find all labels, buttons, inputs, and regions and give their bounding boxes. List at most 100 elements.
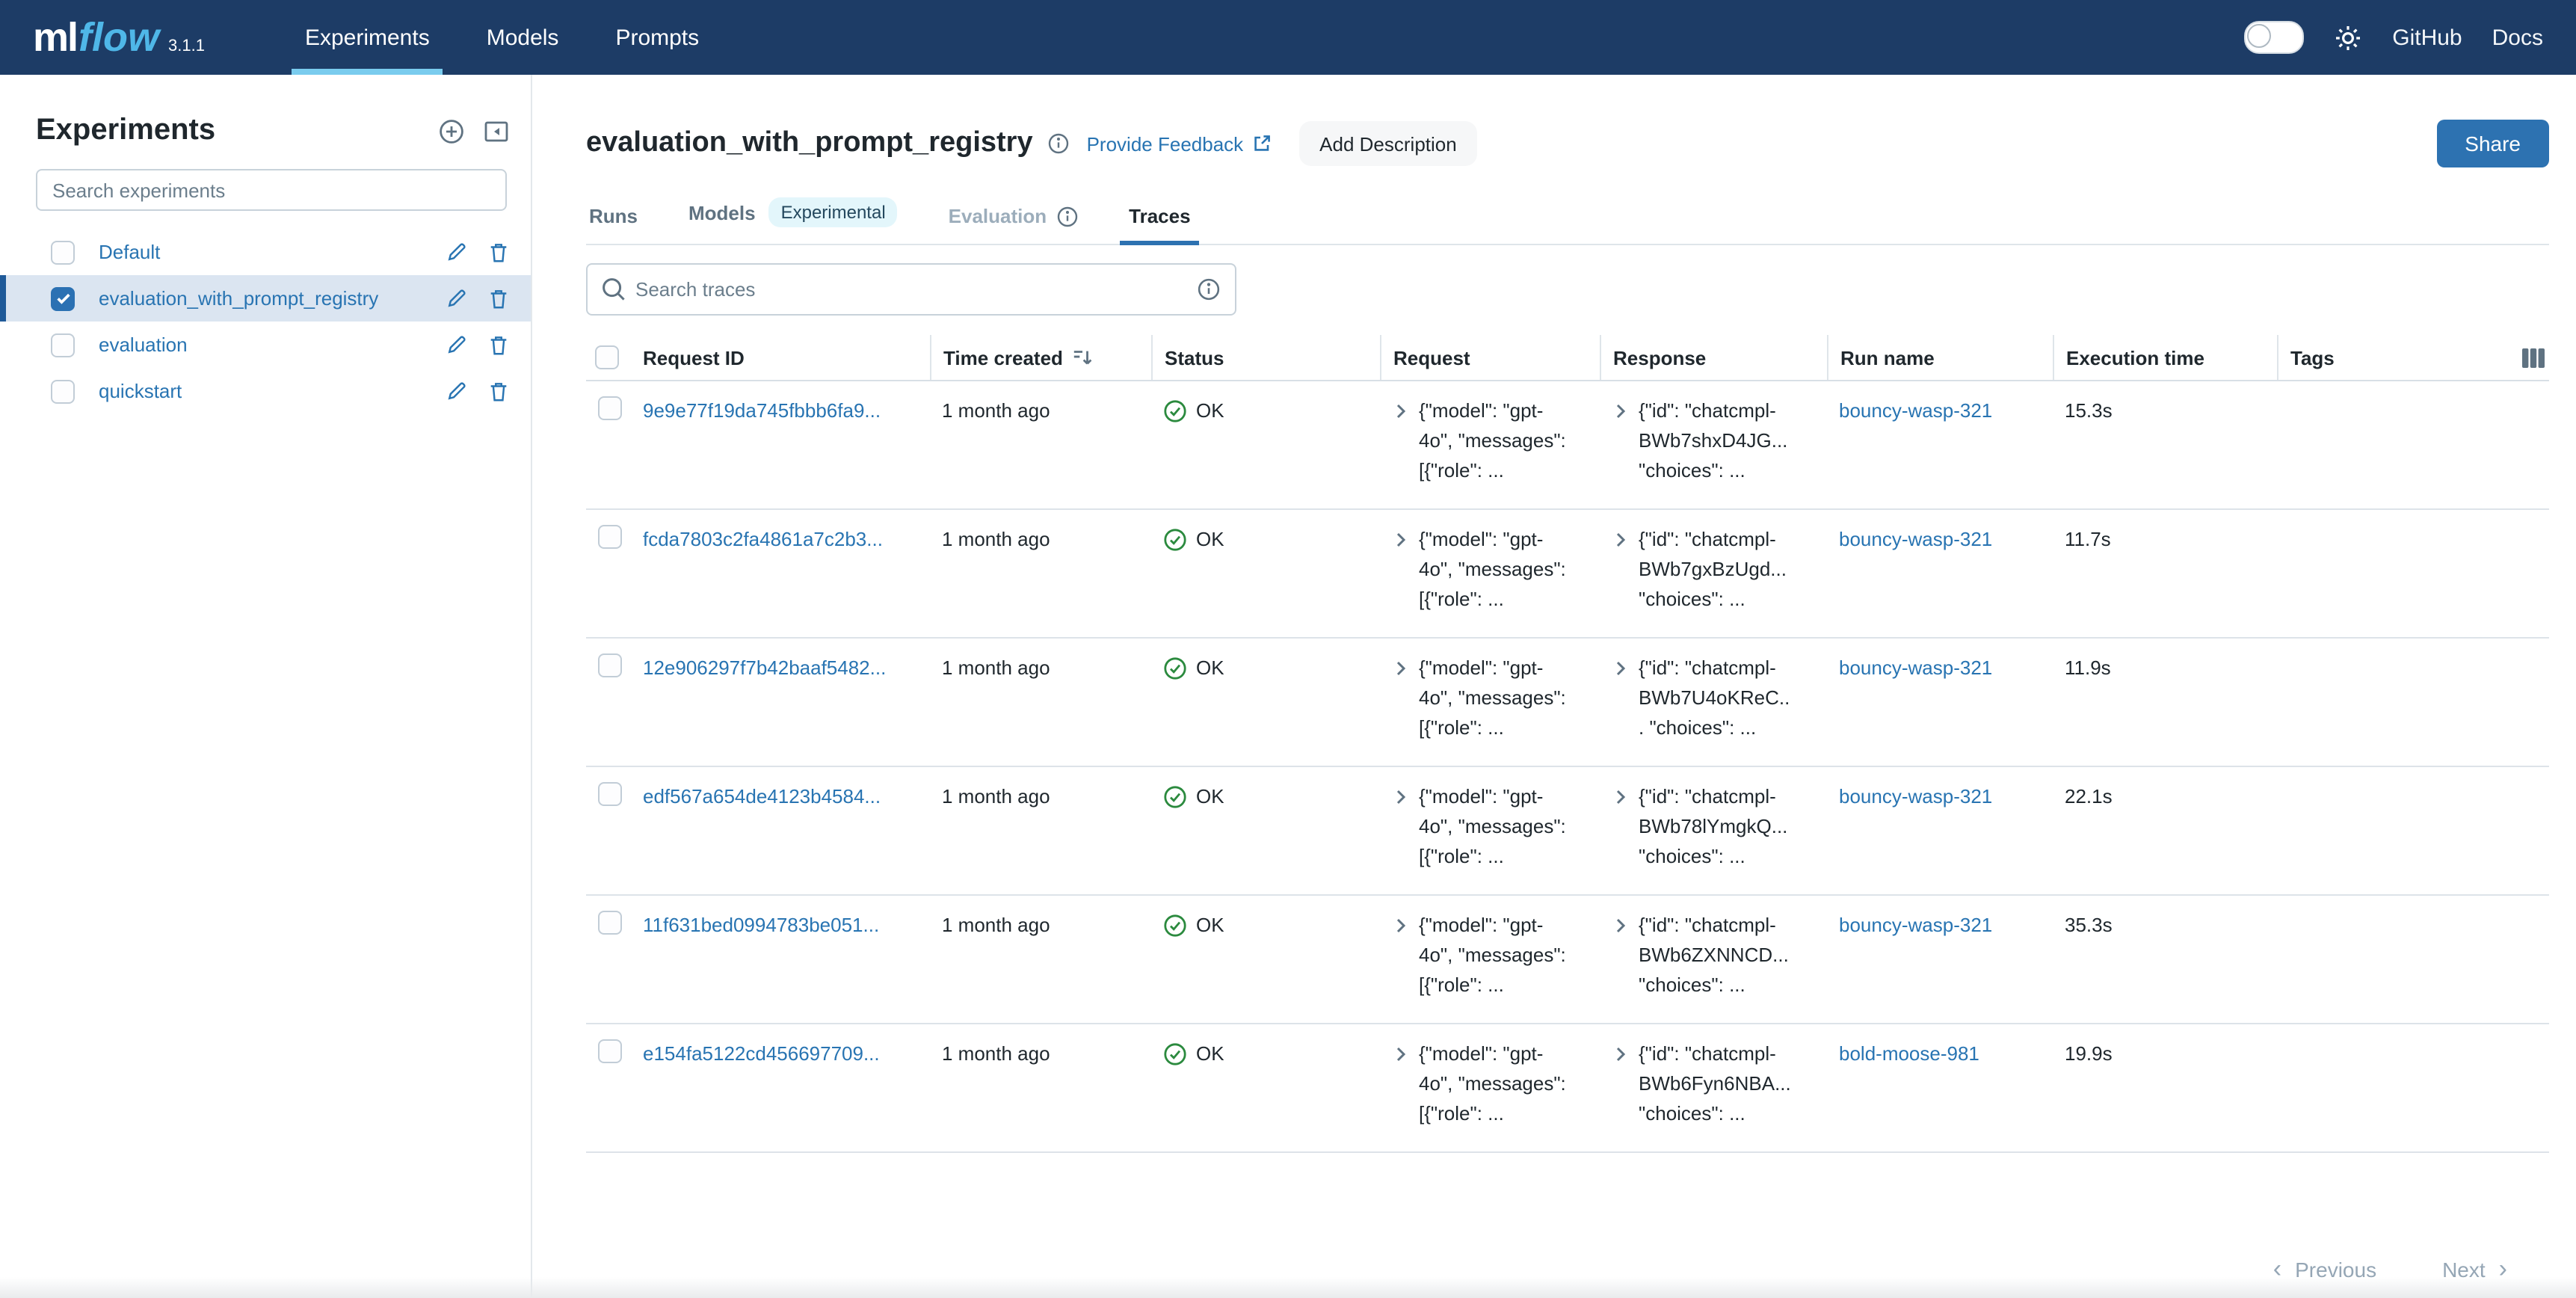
- row-checkbox[interactable]: [598, 782, 622, 806]
- experiment-name-link[interactable]: quickstart: [99, 380, 422, 402]
- settings-gear-icon[interactable]: [2334, 23, 2362, 52]
- expand-chevron-icon[interactable]: [1392, 402, 1410, 420]
- docs-link[interactable]: Docs: [2492, 25, 2543, 50]
- expand-chevron-icon[interactable]: [1612, 659, 1630, 677]
- delete-trash-icon[interactable]: [487, 286, 510, 310]
- response-cell: {"id": "chatcmpl-BWb7gxBzUgd... "choices…: [1600, 510, 1827, 637]
- nav-item-prompts[interactable]: Prompts: [587, 0, 727, 75]
- search-info-icon[interactable]: [1198, 278, 1220, 301]
- column-label: Request: [1393, 346, 1470, 369]
- nav-item-label: Prompts: [615, 25, 699, 50]
- expand-chevron-icon[interactable]: [1392, 788, 1410, 806]
- expand-chevron-icon[interactable]: [1392, 659, 1410, 677]
- add-description-button[interactable]: Add Description: [1298, 121, 1478, 166]
- top-navbar: mlflow 3.1.1 Experiments Models Prompts …: [0, 0, 2576, 75]
- theme-toggle-knob: [2247, 24, 2271, 48]
- nav-item-models[interactable]: Models: [458, 0, 588, 75]
- request-id-link[interactable]: e154fa5122cd456697709...: [643, 1039, 880, 1069]
- edit-pencil-icon[interactable]: [446, 241, 468, 263]
- experiment-checkbox[interactable]: [51, 379, 75, 403]
- row-checkbox[interactable]: [598, 1039, 622, 1063]
- run-name-link[interactable]: bouncy-wasp-321: [1839, 911, 1992, 941]
- row-end-cell: [2489, 767, 2549, 894]
- response-cell: {"id": "chatcmpl-BWb7U4oKReC... "choices…: [1600, 639, 1827, 766]
- edit-pencil-icon[interactable]: [446, 333, 468, 356]
- experiment-name-link[interactable]: Default: [99, 241, 422, 263]
- request-id-link[interactable]: fcda7803c2fa4861a7c2b3...: [643, 525, 883, 555]
- request-id-link[interactable]: 11f631bed0994783be051...: [643, 911, 879, 941]
- experiment-name-link[interactable]: evaluation: [99, 333, 422, 356]
- expand-chevron-icon[interactable]: [1612, 1045, 1630, 1063]
- tab-runs[interactable]: Runs: [586, 205, 641, 244]
- github-link[interactable]: GitHub: [2392, 25, 2462, 50]
- column-header-execution-time[interactable]: Execution time: [2053, 335, 2277, 380]
- column-header-tags[interactable]: Tags: [2277, 335, 2489, 380]
- run-name-link[interactable]: bouncy-wasp-321: [1839, 653, 1992, 683]
- theme-toggle[interactable]: [2244, 21, 2304, 54]
- experiment-checkbox[interactable]: [51, 333, 75, 357]
- column-header-run-name[interactable]: Run name: [1827, 335, 2053, 380]
- share-button[interactable]: Share: [2436, 120, 2549, 167]
- search-traces-input[interactable]: [586, 263, 1236, 316]
- column-header-time-created[interactable]: Time created: [930, 335, 1151, 380]
- collapse-sidebar-icon[interactable]: [483, 117, 510, 144]
- expand-chevron-icon[interactable]: [1612, 917, 1630, 935]
- run-name-link[interactable]: bouncy-wasp-321: [1839, 396, 1992, 426]
- edit-pencil-icon[interactable]: [446, 287, 468, 310]
- request-cell: {"model": "gpt-4o", "messages": [{"role"…: [1380, 510, 1600, 637]
- experiment-info-icon[interactable]: [1048, 133, 1069, 154]
- expand-chevron-icon[interactable]: [1392, 1045, 1410, 1063]
- row-checkbox[interactable]: [598, 911, 622, 935]
- nav-item-experiments[interactable]: Experiments: [277, 0, 458, 75]
- request-id-link[interactable]: 9e9e77f19da745fbbb6fa9...: [643, 396, 881, 426]
- experiment-checkbox[interactable]: [51, 240, 75, 264]
- experiment-item-default[interactable]: Default: [0, 229, 531, 275]
- column-label: Run name: [1840, 346, 1935, 369]
- delete-trash-icon[interactable]: [487, 240, 510, 264]
- request-id-link[interactable]: edf567a654de4123b4584...: [643, 782, 881, 812]
- expand-chevron-icon[interactable]: [1612, 531, 1630, 549]
- run-name-link[interactable]: bouncy-wasp-321: [1839, 782, 1992, 812]
- request-id-link[interactable]: 12e906297f7b42baaf5482...: [643, 653, 886, 683]
- expand-chevron-icon[interactable]: [1392, 531, 1410, 549]
- row-select-cell: [586, 1024, 643, 1151]
- row-checkbox[interactable]: [598, 525, 622, 549]
- run-name-cell: bouncy-wasp-321: [1827, 510, 2053, 637]
- app-root: mlflow 3.1.1 Experiments Models Prompts …: [0, 0, 2576, 1298]
- column-header-response[interactable]: Response: [1600, 335, 1827, 380]
- experiment-item-quickstart[interactable]: quickstart: [0, 368, 531, 414]
- column-header-request[interactable]: Request: [1380, 335, 1600, 380]
- experiment-item-evaluation[interactable]: evaluation: [0, 322, 531, 368]
- tab-traces[interactable]: Traces: [1126, 205, 1193, 244]
- column-label: Execution time: [2066, 346, 2204, 369]
- status-ok-icon: [1163, 528, 1187, 552]
- row-end-cell: [2489, 896, 2549, 1023]
- mlflow-logo[interactable]: mlflow 3.1.1: [33, 14, 205, 61]
- response-preview: {"id": "chatcmpl-BWb7shxD4JG... "choices…: [1639, 396, 1791, 486]
- column-header-request-id[interactable]: Request ID: [643, 335, 930, 380]
- experiment-checkbox[interactable]: [51, 286, 75, 310]
- logo-ml-text: ml: [33, 14, 77, 61]
- tab-evaluation[interactable]: Evaluation: [946, 205, 1082, 244]
- tab-models[interactable]: Models Experimental: [685, 197, 901, 244]
- columns-icon[interactable]: [2521, 346, 2546, 369]
- delete-trash-icon[interactable]: [487, 333, 510, 357]
- delete-trash-icon[interactable]: [487, 379, 510, 403]
- row-checkbox[interactable]: [598, 396, 622, 420]
- expand-chevron-icon[interactable]: [1392, 917, 1410, 935]
- expand-chevron-icon[interactable]: [1612, 788, 1630, 806]
- column-header-status[interactable]: Status: [1151, 335, 1380, 380]
- experiment-name-link[interactable]: evaluation_with_prompt_registry: [99, 287, 422, 310]
- search-experiments-input[interactable]: [36, 169, 507, 211]
- run-name-link[interactable]: bold-moose-981: [1839, 1039, 1979, 1069]
- tags-cell: [2277, 510, 2489, 637]
- select-all-checkbox[interactable]: [595, 345, 619, 369]
- run-name-link[interactable]: bouncy-wasp-321: [1839, 525, 1992, 555]
- row-checkbox[interactable]: [598, 653, 622, 677]
- request-preview: {"model": "gpt-4o", "messages": [{"role"…: [1419, 653, 1571, 743]
- edit-pencil-icon[interactable]: [446, 380, 468, 402]
- expand-chevron-icon[interactable]: [1612, 402, 1630, 420]
- provide-feedback-link[interactable]: Provide Feedback: [1087, 132, 1272, 155]
- new-experiment-icon[interactable]: [438, 117, 465, 144]
- experiment-item-evaluation-with-prompt-registry[interactable]: evaluation_with_prompt_registry: [0, 275, 531, 322]
